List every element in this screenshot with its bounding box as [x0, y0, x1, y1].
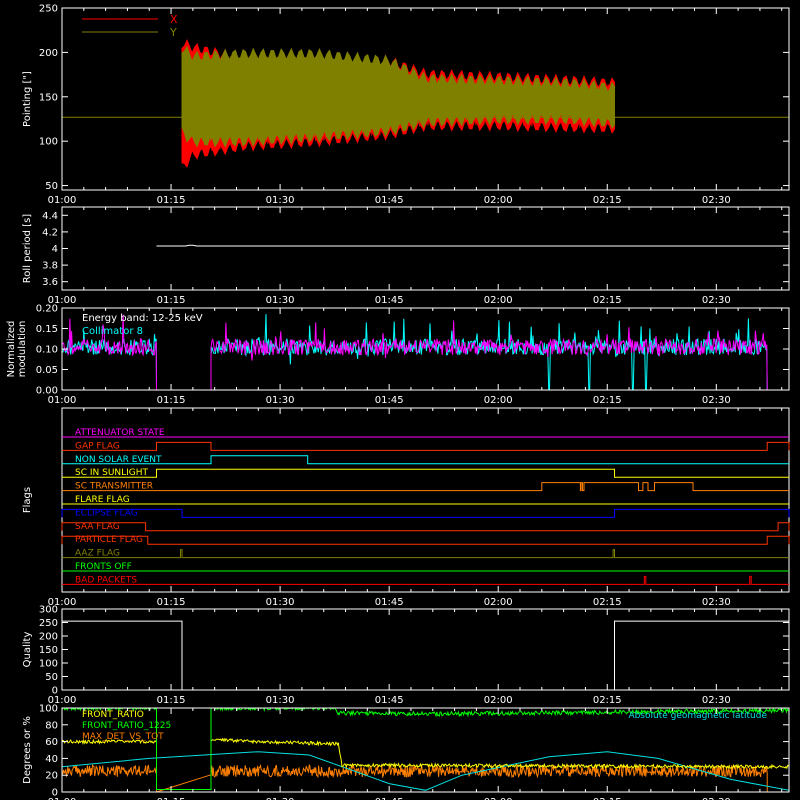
legend-label: Y: [169, 26, 177, 39]
y-tick-label: 150: [39, 92, 58, 103]
x-tick-label: 02:30: [702, 395, 731, 406]
y-tick-label: 0.00: [36, 386, 58, 397]
y-tick-label: 0.15: [36, 324, 58, 335]
flag-label: AAZ FLAG: [75, 549, 120, 559]
y-tick-label: 250: [39, 4, 58, 15]
y-tick-label: 4: [52, 244, 58, 255]
y-tick-label: 4.2: [42, 227, 58, 238]
y-tick-label: 200: [39, 632, 58, 643]
y-tick-label: 0.05: [36, 365, 58, 376]
x-tick-label: 01:30: [266, 195, 295, 206]
x-tick-label: 01:30: [266, 597, 295, 608]
collimator-label: Collimator 8: [82, 326, 143, 337]
flag-label: PARTICLE FLAG: [75, 535, 143, 545]
y-tick-label: 80: [45, 720, 58, 731]
x-tick-label: 02:30: [702, 695, 731, 706]
y-tick-label: 100: [39, 137, 58, 148]
energy-band-label: Energy band: 12-25 keV: [82, 313, 203, 324]
flag-label: GAP FLAG: [75, 441, 120, 451]
y-tick-label: 300: [39, 605, 58, 616]
latitude-annotation: Absolute geomagnetic latitude: [628, 711, 767, 721]
y-tick-label: 0: [52, 686, 58, 697]
x-tick-label: 01:15: [157, 295, 186, 306]
y-tick-label: 100: [39, 704, 58, 715]
x-tick-label: 01:45: [375, 695, 404, 706]
y-axis-label: modulation: [17, 321, 28, 378]
x-tick-label: 02:00: [484, 395, 513, 406]
y-tick-label: 150: [39, 645, 58, 656]
x-tick-label: 01:15: [157, 597, 186, 608]
x-tick-label: 01:45: [375, 597, 404, 608]
x-tick-label: 02:30: [702, 295, 731, 306]
y-axis-label: Roll period [s]: [22, 214, 33, 283]
flag-label: BAD PACKETS: [75, 575, 137, 585]
y-tick-label: 40: [45, 754, 58, 765]
x-tick-label: 01:15: [157, 695, 186, 706]
y-axis-label: Flags: [22, 487, 33, 513]
x-tick-label: 01:30: [266, 295, 295, 306]
x-tick-label: 02:00: [484, 195, 513, 206]
y-tick-label: 20: [45, 771, 58, 782]
flag-label: SC TRANSMITTER: [75, 482, 153, 492]
flag-label: NON SOLAR EVENT: [75, 455, 162, 465]
x-tick-label: 01:00: [48, 195, 77, 206]
legend-label: FRONT_RATIO: [82, 710, 144, 720]
x-tick-label: 02:15: [593, 295, 622, 306]
y-tick-label: 0: [52, 788, 58, 799]
y-tick-label: 0.20: [36, 304, 58, 315]
y-tick-label: 4.4: [42, 211, 58, 222]
rhessi-summary-chart: XY 01:00 01:15 01:30 01:45 02:00 02:15 02:30 50 1…: [0, 0, 800, 800]
y-tick-label: 100: [39, 659, 58, 670]
x-tick-label: 02:15: [593, 597, 622, 608]
x-tick-label: 02:00: [484, 295, 513, 306]
x-tick-label: 01:15: [157, 195, 186, 206]
y-tick-label: 3.8: [42, 261, 58, 272]
y-tick-label: 60: [45, 737, 58, 748]
x-tick-label: 02:15: [593, 695, 622, 706]
flag-label: ATTENUATOR STATE: [75, 428, 165, 438]
x-tick-label: 01:15: [157, 395, 186, 406]
x-tick-label: 02:00: [484, 695, 513, 706]
flag-label: SAA FLAG: [75, 522, 120, 532]
y-tick-label: 200: [39, 48, 58, 59]
x-tick-label: 01:00: [48, 395, 77, 406]
y-tick-label: 50: [45, 181, 58, 192]
x-tick-label: 02:30: [702, 195, 731, 206]
legend-label: MAX_DET_VS_TOT: [82, 732, 164, 742]
y-axis-label: Degrees or %: [22, 716, 33, 784]
x-tick-label: 01:30: [266, 695, 295, 706]
y-tick-label: 50: [45, 672, 58, 683]
legend-label: X: [170, 13, 178, 26]
x-tick-label: 01:30: [266, 395, 295, 406]
x-tick-label: 01:45: [375, 195, 404, 206]
y-axis-label: Normalized: [6, 321, 17, 378]
flag-label: SC IN SUNLIGHT: [75, 468, 149, 478]
x-tick-label: 02:15: [593, 195, 622, 206]
y-tick-label: 0.10: [36, 345, 58, 356]
y-axis-label: Quality: [22, 632, 33, 668]
y-tick-label: 250: [39, 618, 58, 629]
y-tick-label: 3.6: [42, 277, 58, 288]
x-tick-label: 02:30: [702, 597, 731, 608]
x-tick-label: 02:15: [593, 395, 622, 406]
flag-label: ECLIPSE FLAG: [75, 508, 138, 518]
y-axis-label: Pointing ["]: [22, 71, 33, 127]
x-tick-label: 02:00: [484, 597, 513, 608]
x-tick-label: 01:45: [375, 395, 404, 406]
legend-label: FRONT_RATIO_1225: [82, 721, 171, 731]
flag-label: FRONTS OFF: [75, 562, 132, 572]
x-tick-label: 01:45: [375, 295, 404, 306]
flag-label: FLARE FLAG: [75, 495, 130, 505]
